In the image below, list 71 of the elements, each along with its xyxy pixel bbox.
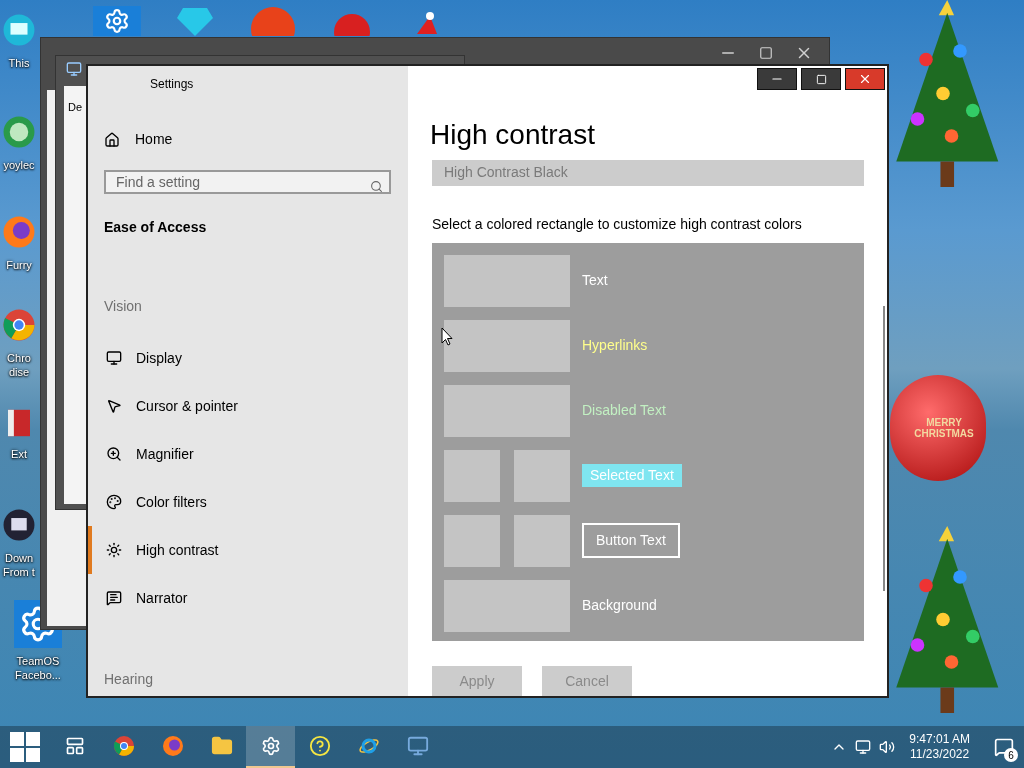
color-swatch[interactable] [444,514,500,567]
gear-icon[interactable] [93,6,141,36]
maximize-icon[interactable] [759,46,773,60]
section-header: Hearing [104,670,155,689]
instruction-text: Select a colored rectangle to customize high contrast colors [432,214,803,234]
monitor-icon [406,735,429,757]
close-icon [858,72,872,86]
color-swatch[interactable] [444,579,570,632]
close-button[interactable] [845,68,885,90]
selected-text-sample: Selected Text [582,464,682,488]
page-title: High contrast [430,118,596,152]
desktop-icon-label[interactable]: yoylec [3,158,35,172]
color-swatch[interactable] [514,449,570,502]
nav-item[interactable]: Cursor & pointer [88,382,408,430]
pointer-icon [106,398,122,414]
nav-item[interactable]: High contrast [88,526,408,574]
folder-icon [210,735,233,757]
color-label: Hyperlinks [582,336,648,356]
sun-icon [106,542,122,558]
greeting-text: MERRY CHRISTMAS [913,417,975,439]
color-swatch[interactable] [444,384,570,437]
nav-item[interactable]: Home [104,129,408,150]
settings-icon [260,736,281,756]
color-swatch[interactable] [444,319,570,372]
nav-item[interactable]: Display [88,334,408,382]
search-icon [370,180,383,193]
color-swatch[interactable] [514,514,570,567]
color-label: Disabled Text [582,401,666,421]
clock[interactable]: 9:47:01 AM 11/23/2022 [909,732,970,762]
firefox-icon [161,735,184,757]
maximize-button[interactable] [801,68,841,90]
clock-time: 9:47:01 AM [909,732,970,747]
palette-icon [106,494,122,510]
window-tab-label: De [68,101,83,113]
notification-badge: 6 [1004,748,1018,762]
desktop-icon-label[interactable]: This [8,56,30,70]
nav-item[interactable]: Color filters [88,478,408,526]
color-swatch[interactable] [444,254,570,307]
maximize-icon [815,73,827,85]
magnifier-icon [106,446,122,462]
search-field[interactable]: Find a setting [104,170,391,194]
home-icon [104,131,120,148]
mouse-pointer-icon [441,327,453,346]
color-label: Background [582,596,657,616]
desktop-icon-label[interactable]: TeamOS Facebo... [15,654,61,682]
theme-dropdown[interactable]: High Contrast Black [432,160,864,186]
scrollbar[interactable] [883,306,885,591]
category-title: Ease of Access [104,218,208,237]
window-title: Settings [150,76,195,93]
speech-icon [106,590,122,606]
nav-item[interactable]: Narrator [88,574,408,622]
volume-icon[interactable] [879,739,896,755]
nav-item[interactable]: Magnifier [88,430,408,478]
help-icon [308,735,331,757]
clock-date: 11/23/2022 [910,747,970,762]
section-header: Vision [104,297,143,316]
display-icon [106,350,122,366]
desktop-icon-label[interactable]: Down From t [3,551,35,579]
monitor-icon [66,61,82,77]
chrome-icon [112,735,135,757]
windows-logo-icon [10,732,40,762]
network-icon[interactable] [855,739,872,755]
taskbar-button[interactable] [246,726,295,768]
task-view-icon [64,736,85,756]
button-text-sample: Button Text [582,523,680,559]
desktop-icon-label[interactable]: Ext [11,447,27,461]
desktop-icon-label[interactable]: Furry [6,258,32,272]
minimize-button[interactable] [757,68,797,90]
color-swatch[interactable] [444,449,500,502]
desktop-icon-label[interactable]: Chro dise [7,351,31,379]
color-label: Text [582,271,608,291]
